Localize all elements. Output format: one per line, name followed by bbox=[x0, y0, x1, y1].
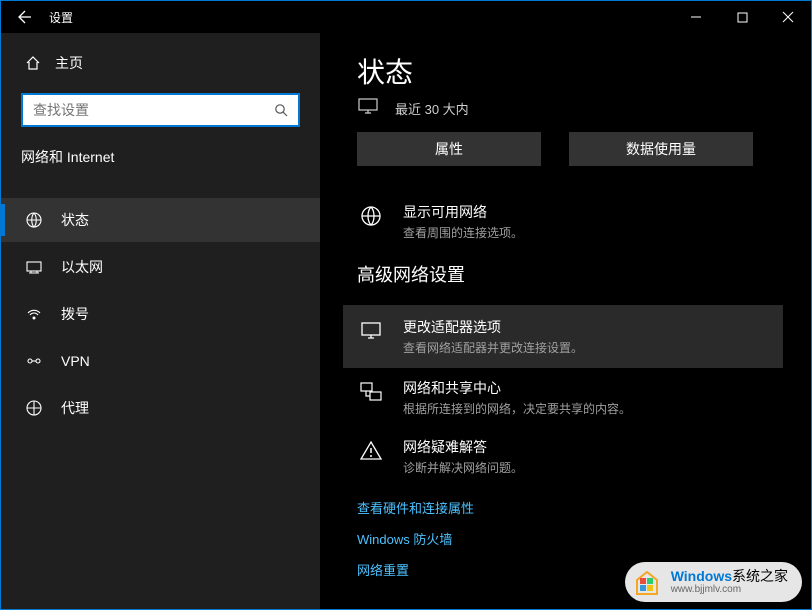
link-firewall[interactable]: Windows 防火墙 bbox=[357, 529, 783, 548]
dialup-icon bbox=[25, 305, 43, 323]
sidebar-item-label: 拨号 bbox=[61, 304, 89, 324]
globe-icon bbox=[357, 202, 385, 241]
search-input[interactable] bbox=[33, 102, 274, 118]
sharing-icon bbox=[357, 378, 385, 417]
warning-icon bbox=[357, 437, 385, 476]
link-hardware[interactable]: 查看硬件和连接属性 bbox=[357, 498, 783, 517]
close-icon bbox=[782, 11, 794, 23]
sidebar: 主页 网络和 Internet 状态 bbox=[1, 33, 321, 609]
maximize-button[interactable] bbox=[719, 1, 765, 33]
sidebar-home-label: 主页 bbox=[55, 53, 83, 73]
troubleshoot-title: 网络疑难解答 bbox=[403, 437, 523, 457]
watermark-logo-icon bbox=[631, 566, 663, 598]
sidebar-nav: 状态 以太网 拨号 V bbox=[1, 195, 320, 433]
window-title: 设置 bbox=[45, 9, 73, 26]
sidebar-item-ethernet[interactable]: 以太网 bbox=[1, 245, 320, 289]
back-button[interactable] bbox=[1, 9, 45, 25]
home-icon bbox=[25, 55, 41, 71]
minimize-icon bbox=[690, 11, 702, 23]
titlebar: 设置 bbox=[1, 1, 811, 33]
data-usage-button[interactable]: 数据使用量 bbox=[569, 132, 753, 166]
troubleshoot[interactable]: 网络疑难解答 诊断并解决网络问题。 bbox=[343, 427, 783, 486]
sharing-center[interactable]: 网络和共享中心 根据所连接到的网络，决定要共享的内容。 bbox=[343, 368, 783, 427]
show-networks-title: 显示可用网络 bbox=[403, 202, 523, 222]
adapter-options[interactable]: 更改适配器选项 查看网络适配器并更改连接设置。 bbox=[343, 305, 783, 368]
maximize-icon bbox=[737, 12, 748, 23]
status-icon bbox=[25, 211, 43, 229]
adapter-title: 更改适配器选项 bbox=[403, 317, 583, 337]
settings-window: 设置 主页 bbox=[0, 0, 812, 610]
sharing-title: 网络和共享中心 bbox=[403, 378, 631, 398]
sidebar-item-label: VPN bbox=[61, 353, 90, 369]
sidebar-item-label: 代理 bbox=[61, 398, 89, 418]
adapter-desc: 查看网络适配器并更改连接设置。 bbox=[403, 339, 583, 356]
status-subtext: 最近 30 大内 bbox=[395, 99, 469, 118]
watermark-brand: Windows系统之家 bbox=[671, 569, 788, 584]
advanced-heading: 高级网络设置 bbox=[357, 261, 783, 287]
sidebar-item-label: 以太网 bbox=[61, 257, 103, 277]
monitor-icon bbox=[357, 98, 379, 116]
ethernet-icon bbox=[25, 258, 43, 276]
proxy-icon bbox=[25, 399, 43, 417]
troubleshoot-desc: 诊断并解决网络问题。 bbox=[403, 459, 523, 476]
watermark: Windows系统之家 www.bjjmlv.com bbox=[625, 562, 802, 602]
show-networks[interactable]: 显示可用网络 查看周围的连接选项。 bbox=[357, 202, 783, 241]
sidebar-item-vpn[interactable]: VPN bbox=[1, 339, 320, 383]
search-icon bbox=[274, 103, 288, 117]
sidebar-item-proxy[interactable]: 代理 bbox=[1, 386, 320, 430]
sidebar-category: 网络和 Internet bbox=[1, 141, 320, 177]
vpn-icon bbox=[25, 352, 43, 370]
sharing-desc: 根据所连接到的网络，决定要共享的内容。 bbox=[403, 400, 631, 417]
properties-button[interactable]: 属性 bbox=[357, 132, 541, 166]
page-title: 状态 bbox=[357, 51, 783, 91]
watermark-url: www.bjjmlv.com bbox=[671, 584, 788, 595]
sidebar-item-dialup[interactable]: 拨号 bbox=[1, 292, 320, 336]
adapter-icon bbox=[357, 317, 385, 356]
sidebar-home[interactable]: 主页 bbox=[1, 43, 320, 83]
show-networks-desc: 查看周围的连接选项。 bbox=[403, 224, 523, 241]
sidebar-item-status[interactable]: 状态 bbox=[1, 198, 320, 242]
arrow-left-icon bbox=[15, 9, 31, 25]
minimize-button[interactable] bbox=[673, 1, 719, 33]
content-pane: 状态 最近 30 大内 属性 数据使用量 显示可用网络 查看周围的连接选项。 bbox=[321, 33, 811, 609]
search-box[interactable] bbox=[21, 93, 300, 127]
sidebar-item-label: 状态 bbox=[61, 210, 89, 230]
status-summary: 最近 30 大内 bbox=[357, 99, 783, 118]
close-button[interactable] bbox=[765, 1, 811, 33]
